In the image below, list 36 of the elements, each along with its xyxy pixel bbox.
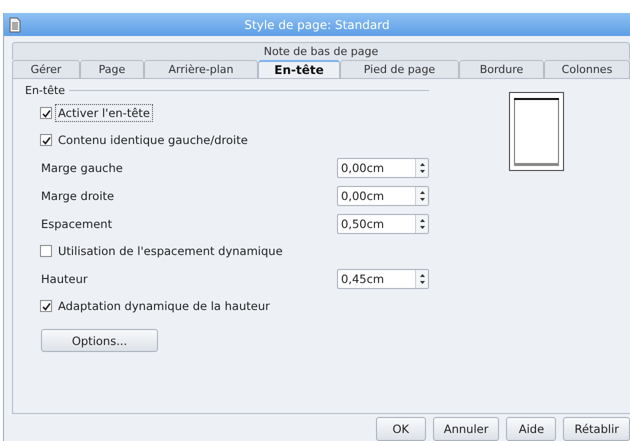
tab[interactable]: Colonnes: [544, 60, 630, 78]
tab[interactable]: Gérer: [12, 60, 80, 78]
checkbox-label[interactable]: Contenu identique gauche/droite: [55, 131, 251, 149]
dialog-button[interactable]: OK: [376, 417, 426, 441]
tab[interactable]: Bordure: [459, 60, 544, 78]
checkbox-label[interactable]: Utilisation de l'espacement dynamique: [55, 242, 286, 260]
dialog-button[interactable]: Annuler: [432, 417, 500, 441]
group-title: En-tête: [25, 84, 66, 96]
window-title: Style de page: Standard: [243, 18, 391, 32]
checkbox-label[interactable]: Adaptation dynamique de la hauteur: [55, 297, 273, 315]
tab[interactable]: Note de bas de page: [12, 42, 630, 60]
spin-arrows-icon[interactable]: [418, 217, 426, 231]
field-label: Hauteur: [41, 272, 88, 286]
field-label: Espacement: [41, 217, 112, 231]
tab[interactable]: Pied de page: [340, 60, 459, 78]
spin-field[interactable]: 0,45cm: [337, 269, 429, 289]
spin-field[interactable]: 0,00cm: [337, 186, 429, 206]
checkbox-label[interactable]: Activer l'en-tête: [55, 104, 153, 122]
spin-arrows-icon[interactable]: [418, 189, 426, 203]
checkbox[interactable]: [40, 245, 52, 257]
field-label: Marge droite: [41, 189, 114, 203]
spin-arrows-icon[interactable]: [418, 161, 426, 175]
dialog-button[interactable]: Aide: [506, 417, 556, 441]
spin-field[interactable]: 0,00cm: [337, 158, 429, 178]
options-button[interactable]: Options...: [41, 329, 158, 352]
checkbox[interactable]: [40, 300, 52, 312]
tab[interactable]: Page: [80, 60, 144, 78]
checkbox[interactable]: [40, 134, 52, 146]
tab[interactable]: Arrière-plan: [144, 60, 258, 78]
spin-field[interactable]: 0,50cm: [337, 214, 429, 234]
dialog-button[interactable]: Rétablir: [563, 417, 630, 441]
document-icon: [8, 16, 22, 32]
field-label: Marge gauche: [41, 161, 123, 175]
spin-arrows-icon[interactable]: [418, 272, 426, 286]
tab[interactable]: En-tête: [258, 60, 340, 78]
checkbox[interactable]: [40, 107, 52, 119]
